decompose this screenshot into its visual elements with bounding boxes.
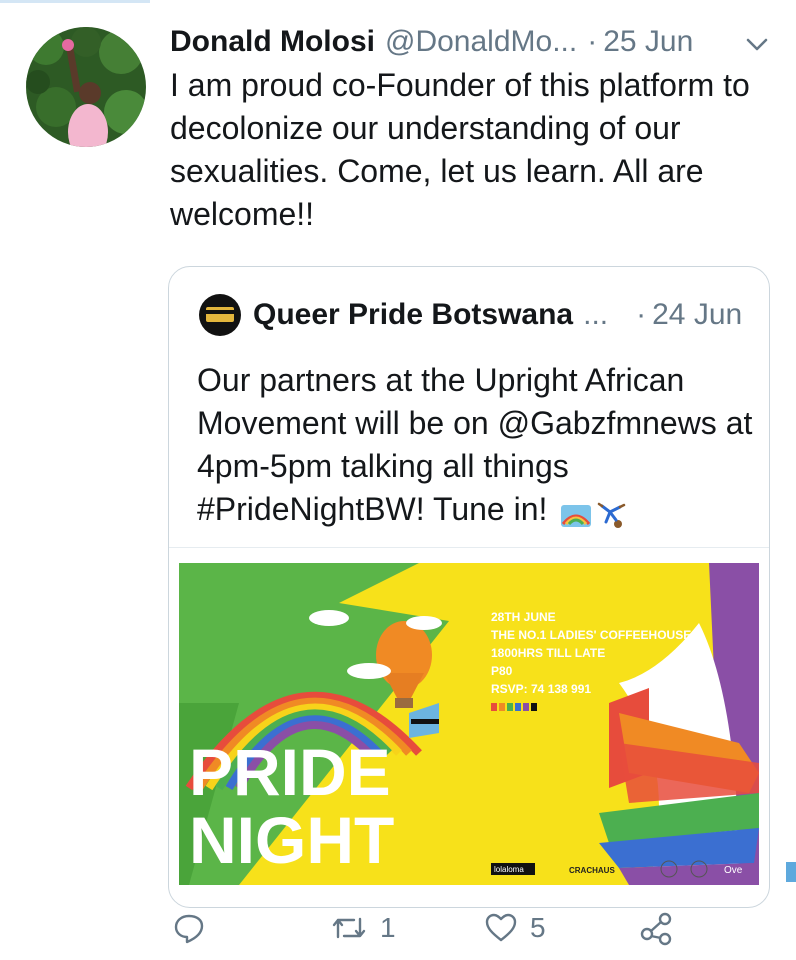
quoted-header-separator: · <box>636 298 647 331</box>
top-highlight-bar <box>0 0 150 3</box>
retweet-count: 1 <box>380 912 396 943</box>
author-avatar[interactable] <box>26 27 146 147</box>
tweet-actions-bar: 1 5 <box>0 905 796 955</box>
quoted-tweet-date[interactable]: 24 Jun <box>652 298 742 332</box>
quoted-author-ellipsis: ... <box>583 298 609 331</box>
like-icon <box>484 911 518 945</box>
like-count: 5 <box>530 912 546 943</box>
poster-time: 1800HRS TILL LATE <box>491 646 605 660</box>
like-button[interactable]: 5 <box>484 905 546 951</box>
quoted-tweet-header: Queer Pride Botswana ... · 24 Jun <box>199 294 742 336</box>
share-icon <box>638 910 674 946</box>
pride-night-poster-image[interactable]: PRIDE NIGHT 28TH JUNE THE NO.1 LADIES' C… <box>179 563 759 885</box>
reply-icon <box>172 911 206 945</box>
tweet-date[interactable]: 25 Jun <box>603 25 693 59</box>
author-handle[interactable]: @DonaldMo... <box>385 25 577 59</box>
poster-sponsor-2: CRACHAUS <box>569 866 615 875</box>
reply-button[interactable] <box>172 905 218 951</box>
person-cartwheeling-emoji <box>596 498 628 528</box>
poster-rsvp: RSVP: 74 138 991 <box>491 682 591 696</box>
tweet-text: I am proud co-Founder of this platform t… <box>170 67 750 232</box>
header-separator: · <box>587 25 598 58</box>
poster-title-line1: PRIDE <box>189 735 391 809</box>
retweet-button[interactable]: 1 <box>330 905 396 951</box>
tweet-header: Donald Molosi @DonaldMo... · 25 Jun <box>170 22 693 62</box>
quoted-divider <box>169 547 769 548</box>
rainbow-emoji <box>560 498 592 527</box>
scroll-indicator <box>786 862 796 882</box>
quoted-author-avatar[interactable] <box>199 294 241 336</box>
poster-title-line2: NIGHT <box>189 803 394 877</box>
chevron-down-icon[interactable] <box>743 30 771 58</box>
poster-venue: THE NO.1 LADIES' COFFEEHOUSE <box>491 628 691 642</box>
share-button[interactable] <box>638 905 674 951</box>
retweet-icon <box>330 911 368 945</box>
poster-price: P80 <box>491 664 513 678</box>
quoted-tweet-body: Our partners at the Upright African Move… <box>197 362 753 527</box>
quoted-tweet-card[interactable]: Queer Pride Botswana ... · 24 Jun Our pa… <box>168 266 770 908</box>
poster-sponsor-1: lolaloma <box>494 865 524 874</box>
quoted-author-name[interactable]: Queer Pride Botswana <box>253 298 573 332</box>
quoted-tweet-text: Our partners at the Upright African Move… <box>197 359 757 531</box>
poster-date: 28TH JUNE <box>491 610 556 624</box>
poster-sponsor-3: Ove <box>724 865 743 876</box>
author-name[interactable]: Donald Molosi <box>170 25 375 59</box>
